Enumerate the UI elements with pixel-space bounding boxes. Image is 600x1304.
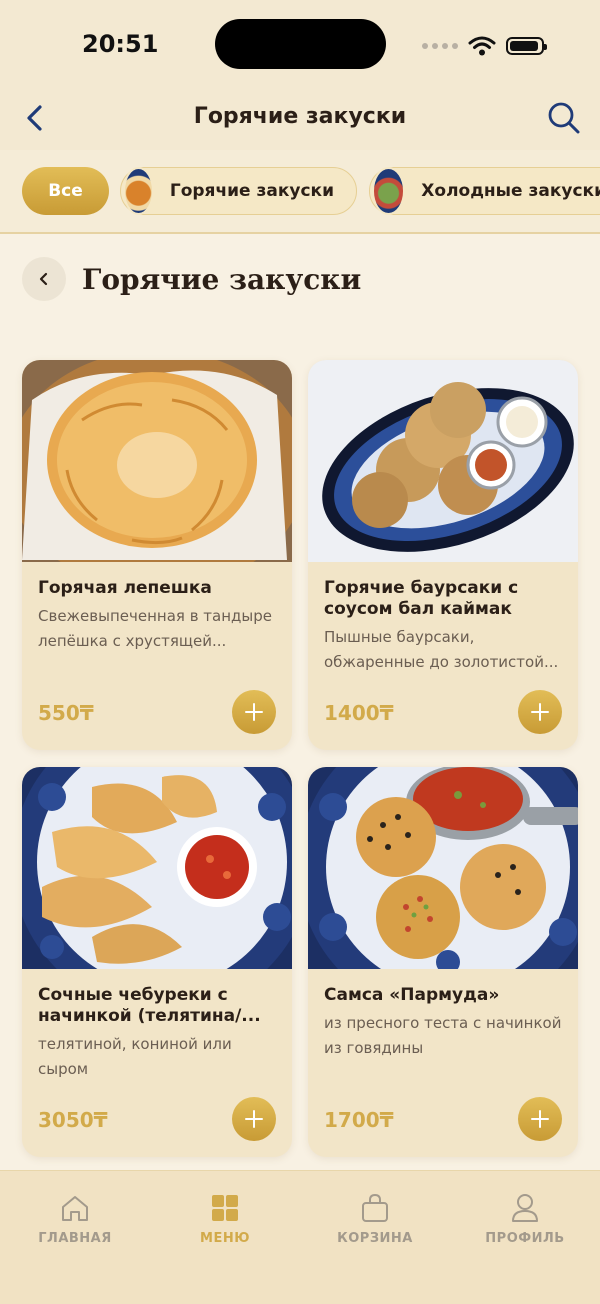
chip-cold-appetizers[interactable]: Холодные закуски — [369, 167, 600, 215]
section-title: Горячие закуски — [82, 262, 362, 296]
plus-icon — [531, 1110, 549, 1128]
nav-title: Горячие закуски — [193, 104, 407, 129]
bag-icon — [362, 1193, 388, 1222]
product-description: Свежевыпеченная в тандыре лепёшка с хрус… — [38, 607, 273, 650]
product-photo-baursaki — [308, 360, 578, 562]
search-icon[interactable] — [546, 100, 582, 136]
product-name: Горячая лепешка — [38, 578, 212, 598]
add-to-cart-button[interactable] — [518, 1097, 562, 1141]
plus-icon — [531, 703, 549, 721]
tab-profile[interactable]: ПРОФИЛЬ — [465, 1191, 585, 1246]
product-price: 1400₸ — [324, 701, 394, 725]
section-header: Горячие закуски — [22, 256, 361, 302]
grid-icon — [212, 1195, 238, 1221]
profile-icon — [512, 1194, 538, 1222]
chevron-left-icon — [39, 272, 48, 286]
chip-label: Холодные закуски — [421, 181, 600, 201]
product-name: Самса «Пармуда» — [324, 985, 500, 1005]
tab-cart[interactable]: КОРЗИНА — [315, 1191, 435, 1246]
wifi-icon — [468, 36, 496, 56]
home-icon — [62, 1196, 88, 1221]
product-card[interactable]: Горячие баурсаки с соусом бал каймак Пыш… — [308, 360, 578, 750]
plus-icon — [245, 1110, 263, 1128]
category-chips: Все Горячие закуски Холодные закуски — [0, 150, 600, 234]
chip-label: Горячие закуски — [169, 181, 334, 201]
chip-hot-appetizers[interactable]: Горячие закуски — [120, 167, 357, 215]
plus-icon — [245, 703, 263, 721]
add-to-cart-button[interactable] — [232, 1097, 276, 1141]
tab-label: ПРОФИЛЬ — [485, 1231, 565, 1246]
dynamic-island — [215, 19, 386, 69]
tab-label: ГЛАВНАЯ — [38, 1231, 112, 1246]
product-description: телятиной, кониной или сыром — [38, 1035, 232, 1078]
status-bar: 20:51 — [0, 0, 600, 88]
product-card[interactable]: Горячая лепешка Свежевыпеченная в тандыр… — [22, 360, 292, 750]
product-name: Сочные чебуреки с начинкой (телятина/... — [38, 985, 261, 1026]
product-price: 3050₸ — [38, 1108, 108, 1132]
product-description: из пресного теста с начинкой из говядины — [324, 1014, 562, 1057]
product-card[interactable]: Сочные чебуреки с начинкой (телятина/...… — [22, 767, 292, 1157]
product-description: Пышные баурсаки, обжаренные до золотисто… — [324, 628, 559, 671]
tab-label: КОРЗИНА — [337, 1231, 413, 1246]
chip-thumbnail — [123, 167, 154, 215]
nav-bar: Горячие закуски — [0, 88, 600, 150]
tab-bar: ГЛАВНАЯ МЕНЮ КОРЗИНА ПРОФИЛЬ — [0, 1170, 600, 1304]
product-name: Горячие баурсаки с соусом бал каймак — [324, 578, 519, 619]
chip-all[interactable]: Все — [22, 167, 109, 215]
signal-icon — [422, 43, 458, 49]
product-photo-bread — [22, 360, 292, 562]
tab-home[interactable]: ГЛАВНАЯ — [15, 1191, 135, 1246]
add-to-cart-button[interactable] — [518, 690, 562, 734]
tab-label: МЕНЮ — [200, 1231, 250, 1246]
product-photo-samsa — [308, 767, 578, 969]
product-photo-chebureki — [22, 767, 292, 969]
status-time: 20:51 — [82, 30, 159, 58]
battery-icon — [506, 37, 547, 55]
add-to-cart-button[interactable] — [232, 690, 276, 734]
status-icons — [422, 36, 547, 56]
section-back-button[interactable] — [22, 257, 66, 301]
tab-menu[interactable]: МЕНЮ — [165, 1191, 285, 1246]
product-price: 550₸ — [38, 701, 94, 725]
product-price: 1700₸ — [324, 1108, 394, 1132]
product-card[interactable]: Самса «Пармуда» из пресного теста с начи… — [308, 767, 578, 1157]
chip-thumbnail — [372, 167, 406, 215]
